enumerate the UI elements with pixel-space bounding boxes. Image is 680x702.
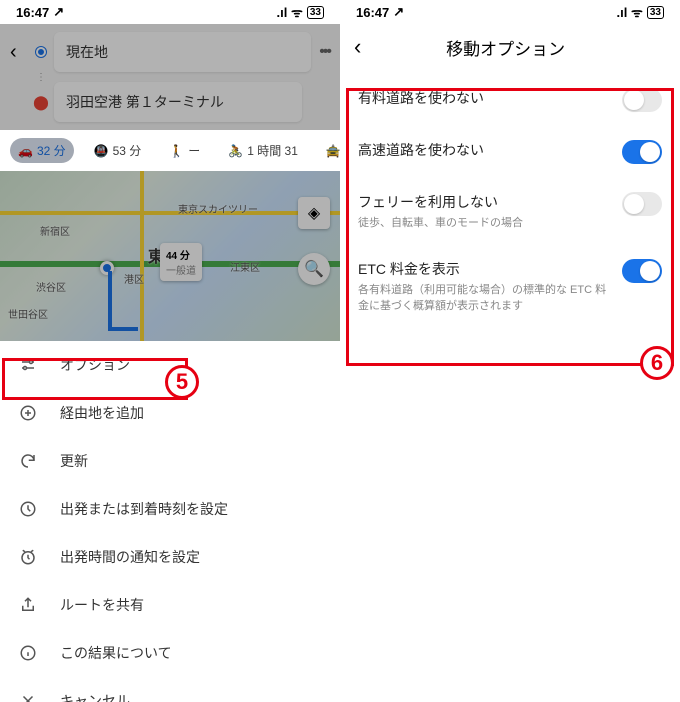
dimmed-underlay: 16:47 ↗ .ıl ᯤ 33 ‹ 現在地 ••• ⋮ ⬤ 羽田空港 第１ター… <box>0 0 340 341</box>
travel-mode-bar: 🚗 32 分 🚇 53 分 🚶 ー 🚴 1 時間 31 🚖 <box>0 130 340 171</box>
mode-ride[interactable]: 🚖 <box>318 138 340 163</box>
option-label: フェリーを利用しない <box>358 192 612 212</box>
route-line <box>108 327 138 331</box>
mode-transit[interactable]: 🚇 53 分 <box>86 138 150 163</box>
option-avoid-highways[interactable]: 高速道路を使わない <box>340 126 680 178</box>
status-time: 16:47 <box>356 5 389 20</box>
map-label: 世田谷区 <box>8 306 48 321</box>
map-label: 江東区 <box>230 259 260 274</box>
share-icon <box>18 596 38 614</box>
layers-button[interactable]: ◈ <box>298 197 330 229</box>
close-icon <box>18 692 38 702</box>
map[interactable]: 新宿区 渋谷区 世田谷区 港区 江東区 東京スカイツリー 東 44 分 一般道 … <box>0 171 340 341</box>
option-avoid-tolls[interactable]: 有料道路を使わない <box>340 74 680 126</box>
mode-walk[interactable]: 🚶 ー <box>161 138 208 163</box>
option-subtitle: 徒歩、自転車、車のモードの場合 <box>358 216 612 231</box>
status-icons: .ıl ᯤ 33 <box>617 3 664 21</box>
info-icon <box>18 644 38 662</box>
status-bar: 16:47 ↗ .ıl ᯤ 33 <box>0 0 340 24</box>
page-title: 移動オプション <box>361 35 650 60</box>
clock-icon <box>18 500 38 518</box>
menu-cancel[interactable]: キャンセル <box>0 677 340 702</box>
status-bar: 16:47 ↗ .ıl ᯤ 33 <box>340 0 680 24</box>
plus-circle-icon <box>18 404 38 422</box>
route-info-badge[interactable]: 44 分 一般道 <box>160 243 202 281</box>
more-icon[interactable]: ••• <box>319 43 330 61</box>
toggle-avoid-ferries[interactable] <box>622 192 662 216</box>
options-menu: オプション 経由地を追加 更新 出発または到着時刻を設定 出発時間の通知を設定 <box>0 341 340 702</box>
option-label: ETC 料金を表示 <box>358 259 612 279</box>
mode-car[interactable]: 🚗 32 分 <box>10 138 74 163</box>
alarm-icon <box>18 548 38 566</box>
menu-label: 出発または到着時刻を設定 <box>60 499 228 519</box>
menu-about[interactable]: この結果について <box>0 629 340 677</box>
menu-share[interactable]: ルートを共有 <box>0 581 340 629</box>
menu-label: キャンセル <box>60 691 130 702</box>
origin-dot-icon <box>36 47 46 57</box>
annotation-circle-6: 6 <box>640 346 674 380</box>
option-avoid-ferries[interactable]: フェリーを利用しない 徒歩、自転車、車のモードの場合 <box>340 178 680 245</box>
back-icon[interactable]: ‹ <box>354 34 361 60</box>
origin-input[interactable]: 現在地 <box>54 32 311 72</box>
toggle-avoid-tolls[interactable] <box>622 88 662 112</box>
menu-label: この結果について <box>60 643 172 663</box>
destination-pin-icon: ⬤ <box>33 94 49 111</box>
status-icons: .ıl ᯤ 33 <box>277 3 324 21</box>
menu-options[interactable]: オプション <box>0 341 340 389</box>
right-phone: 16:47 ↗ .ıl ᯤ 33 ‹ 移動オプション 有料道路を使わない 高速道… <box>340 0 680 702</box>
map-label: 東京スカイツリー <box>178 201 258 216</box>
toggle-show-etc[interactable] <box>622 259 662 283</box>
menu-add-waypoint[interactable]: 経由地を追加 <box>0 389 340 437</box>
destination-input[interactable]: 羽田空港 第１ターミナル <box>54 82 302 122</box>
option-label: 高速道路を使わない <box>358 140 612 160</box>
back-icon[interactable]: ‹ <box>10 41 28 64</box>
refresh-icon <box>18 452 38 470</box>
map-label: 新宿区 <box>40 223 70 238</box>
menu-set-time[interactable]: 出発または到着時刻を設定 <box>0 485 340 533</box>
route-options-list: 有料道路を使わない 高速道路を使わない フェリーを利用しない 徒歩、自転車、車の… <box>340 70 680 332</box>
menu-label: 経由地を追加 <box>60 403 144 423</box>
menu-label: 更新 <box>60 451 88 471</box>
search-button[interactable]: 🔍 <box>298 253 330 285</box>
route-connector-icon: ⋮ <box>36 76 46 80</box>
page-header: ‹ 移動オプション <box>340 24 680 70</box>
option-show-etc[interactable]: ETC 料金を表示 各有料道路（利用可能な場合）の標準的な ETC 料金に基づく… <box>340 245 680 328</box>
menu-label: オプション <box>60 355 130 375</box>
directions-header: ‹ 現在地 ••• ⋮ ⬤ 羽田空港 第１ターミナル <box>0 24 340 130</box>
option-subtitle: 各有料道路（利用可能な場合）の標準的な ETC 料金に基づく概算額が表示されます <box>358 283 612 314</box>
toggle-avoid-highways[interactable] <box>622 140 662 164</box>
map-label: 港区 <box>124 271 144 286</box>
map-label: 渋谷区 <box>36 279 66 294</box>
option-label: 有料道路を使わない <box>358 88 612 108</box>
route-line <box>108 271 112 331</box>
left-phone: 16:47 ↗ .ıl ᯤ 33 ‹ 現在地 ••• ⋮ ⬤ 羽田空港 第１ター… <box>0 0 340 702</box>
menu-refresh[interactable]: 更新 <box>0 437 340 485</box>
menu-set-notify[interactable]: 出発時間の通知を設定 <box>0 533 340 581</box>
menu-label: 出発時間の通知を設定 <box>60 547 200 567</box>
mode-bike[interactable]: 🚴 1 時間 31 <box>220 138 306 163</box>
menu-label: ルートを共有 <box>60 595 144 615</box>
status-time: 16:47 <box>16 5 49 20</box>
tune-icon <box>18 356 38 374</box>
